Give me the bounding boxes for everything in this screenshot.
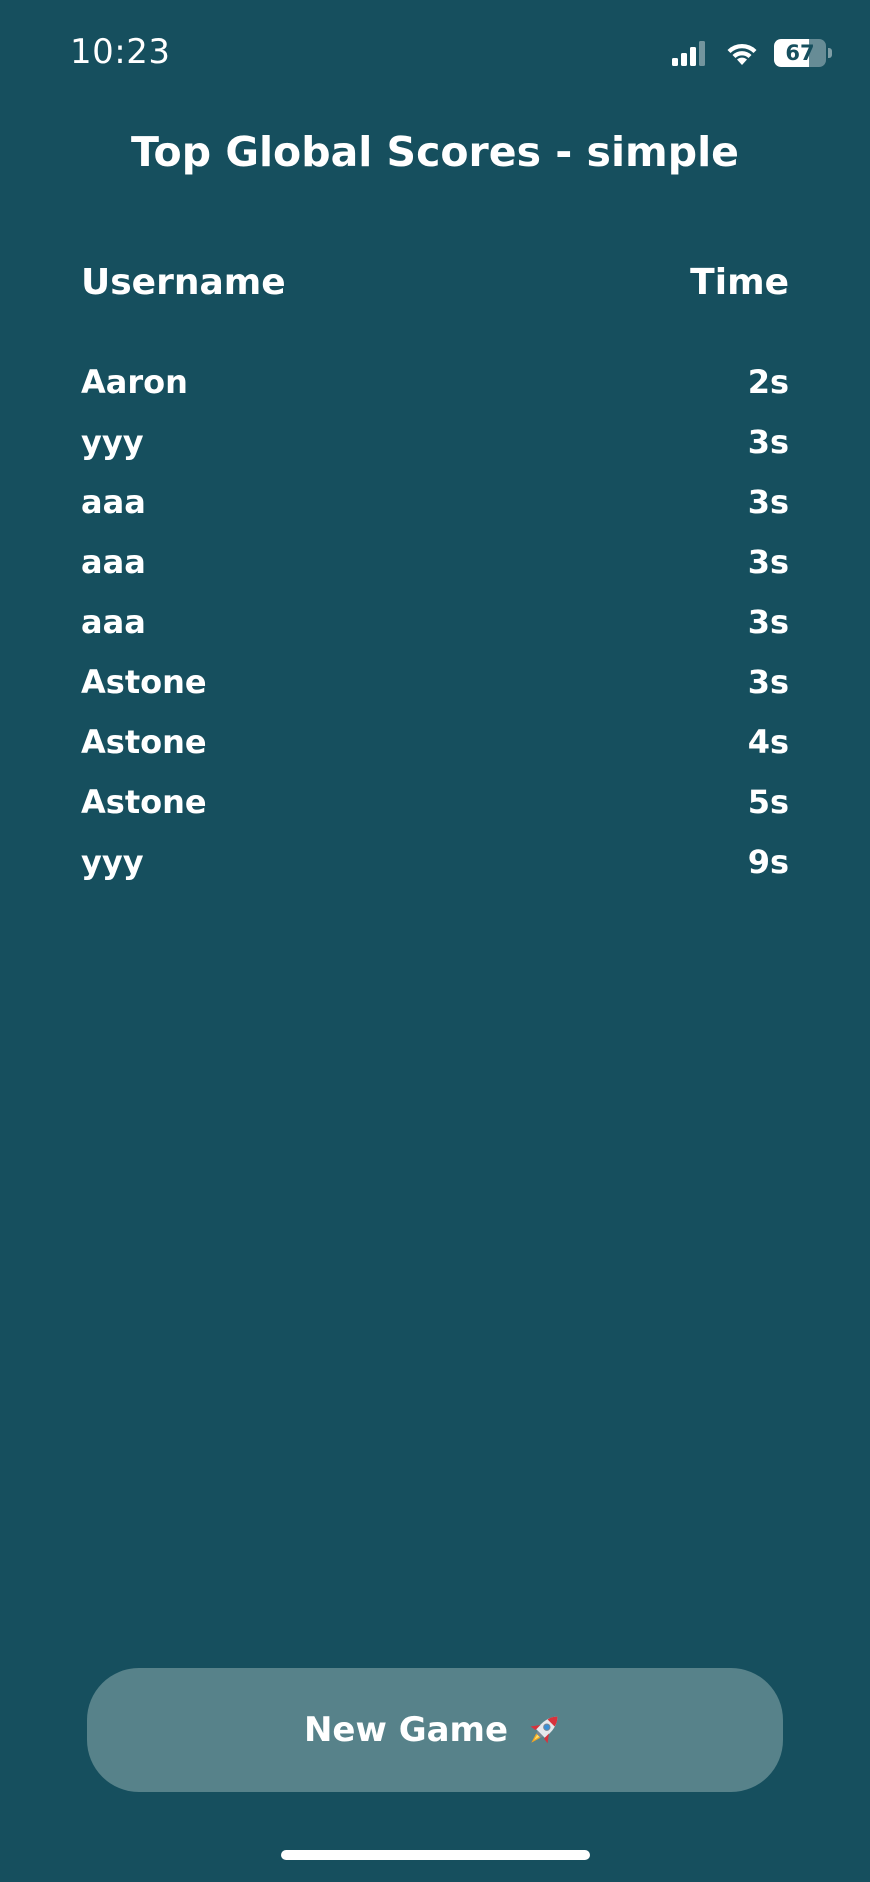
table-row: Astone 4s (81, 712, 789, 772)
row-username: yyy (81, 423, 144, 461)
home-indicator (281, 1850, 590, 1860)
row-time: 2s (747, 363, 789, 401)
row-time: 5s (747, 783, 789, 821)
new-game-label: New Game (303, 1710, 509, 1750)
table-row: aaa 3s (81, 532, 789, 592)
row-username: Astone (81, 663, 207, 701)
column-header-time: Time (690, 261, 789, 303)
table-row: Astone 5s (81, 772, 789, 832)
rocket-icon (530, 1716, 558, 1744)
table-row: aaa 3s (81, 592, 789, 652)
battery-level: 67 (785, 41, 815, 65)
cellular-signal-icon (672, 41, 705, 66)
page-title: Top Global Scores - simple (131, 128, 739, 176)
scores-table: Username Time Aaron 2s yyy 3s aaa 3s aaa… (81, 256, 789, 892)
row-username: aaa (81, 483, 146, 521)
status-bar: 10:23 67 (0, 0, 870, 110)
battery-icon: 67 (774, 38, 832, 68)
row-time: 3s (747, 663, 789, 701)
row-username: aaa (81, 543, 146, 581)
row-username: Aaron (81, 363, 188, 401)
table-rows: Aaron 2s yyy 3s aaa 3s aaa 3s aaa 3s Ast… (81, 352, 789, 892)
row-username: yyy (81, 843, 144, 881)
row-time: 9s (747, 843, 789, 881)
table-row: Astone 3s (81, 652, 789, 712)
column-header-username: Username (81, 261, 286, 303)
new-game-button[interactable]: New Game (87, 1668, 783, 1792)
status-icons: 67 (670, 38, 832, 68)
table-row: yyy 3s (81, 412, 789, 472)
row-time: 3s (747, 543, 789, 581)
row-username: Astone (81, 723, 207, 761)
table-row: yyy 9s (81, 832, 789, 892)
row-username: aaa (81, 603, 146, 641)
table-row: aaa 3s (81, 472, 789, 532)
row-time: 4s (747, 723, 789, 761)
row-username: Astone (81, 783, 207, 821)
status-time: 10:23 (70, 32, 171, 72)
table-header: Username Time (81, 256, 789, 308)
row-time: 3s (747, 423, 789, 461)
wifi-icon (727, 43, 757, 65)
row-time: 3s (747, 483, 789, 521)
row-time: 3s (747, 603, 789, 641)
table-row: Aaron 2s (81, 352, 789, 412)
